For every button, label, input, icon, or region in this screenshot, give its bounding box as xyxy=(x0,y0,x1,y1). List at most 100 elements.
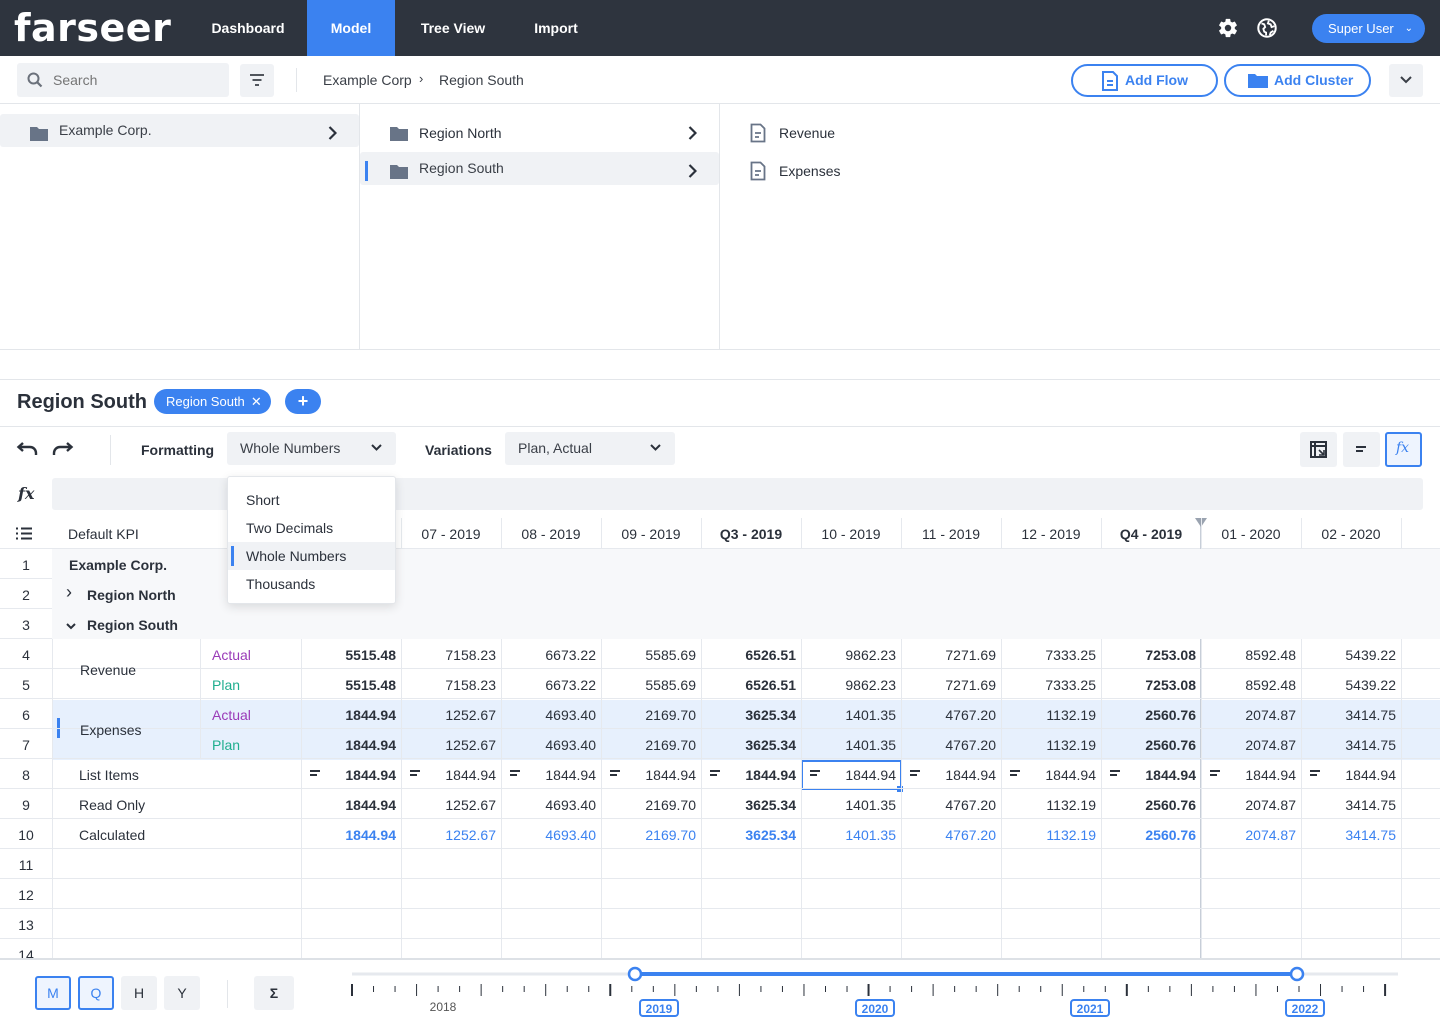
farseer-logo[interactable]: farseer xyxy=(14,9,171,47)
close-icon[interactable]: ✕ xyxy=(251,389,262,414)
data-cell[interactable]: 2560.76 xyxy=(1101,797,1196,813)
option-thousands[interactable]: Thousands xyxy=(228,570,395,598)
data-cell[interactable]: 3414.75 xyxy=(1301,827,1396,843)
data-cell[interactable]: 3414.75 xyxy=(1301,797,1396,813)
data-cell[interactable]: 1132.19 xyxy=(1001,737,1096,753)
data-cell[interactable]: 2074.87 xyxy=(1201,707,1296,723)
data-cell[interactable]: 7158.23 xyxy=(401,647,496,663)
data-cell[interactable]: 3625.34 xyxy=(701,797,796,813)
tree-item-expenses[interactable]: Expenses xyxy=(720,152,1440,190)
list-icon[interactable] xyxy=(1210,770,1220,776)
data-cell[interactable]: 1132.19 xyxy=(1001,797,1096,813)
year-label-2020[interactable]: 2020 xyxy=(855,999,895,1017)
row-label-example-corp[interactable]: Example Corp. xyxy=(69,557,167,573)
data-cell[interactable]: 4693.40 xyxy=(501,797,596,813)
data-cell[interactable]: 1844.94 xyxy=(301,737,396,753)
variation-label-plan[interactable]: Plan xyxy=(212,737,240,753)
data-cell[interactable]: 2169.70 xyxy=(601,737,696,753)
list-icon[interactable] xyxy=(610,770,620,776)
row-label-region-south[interactable]: Region South xyxy=(87,617,178,633)
data-cell[interactable]: 5439.22 xyxy=(1301,647,1396,663)
data-cell[interactable]: 2169.70 xyxy=(601,797,696,813)
column-header[interactable]: Q3 - 2019 xyxy=(701,518,801,548)
pivot-button[interactable] xyxy=(1300,432,1337,467)
data-cell[interactable]: 7253.08 xyxy=(1101,647,1196,663)
column-header[interactable]: Q4 - 2019 xyxy=(1101,518,1201,548)
kpi-header[interactable]: Default KPI xyxy=(68,518,139,548)
year-label-2022[interactable]: 2022 xyxy=(1285,999,1325,1017)
data-cell[interactable]: 2074.87 xyxy=(1201,797,1296,813)
data-cell[interactable]: 5515.48 xyxy=(301,677,396,693)
data-cell[interactable]: 2560.76 xyxy=(1101,737,1196,753)
data-cell[interactable]: 6526.51 xyxy=(701,677,796,693)
tree-item-region-south[interactable]: Region South xyxy=(360,152,719,185)
data-cell[interactable]: 1252.67 xyxy=(401,827,496,843)
data-cell[interactable]: 4767.20 xyxy=(901,797,996,813)
year-label-2019[interactable]: 2019 xyxy=(639,999,679,1017)
list-icon[interactable] xyxy=(810,770,820,776)
data-cell[interactable]: 1844.94 xyxy=(301,827,396,843)
list-icon[interactable] xyxy=(1010,770,1020,776)
list-icon[interactable] xyxy=(910,770,920,776)
row-label-read-only[interactable]: Read Only xyxy=(79,797,145,813)
timeline-slider[interactable] xyxy=(0,960,1440,1026)
option-whole-numbers[interactable]: Whole Numbers xyxy=(228,542,395,570)
list-icon[interactable] xyxy=(1310,770,1320,776)
fill-handle[interactable] xyxy=(897,786,903,792)
data-cell[interactable]: 9862.23 xyxy=(801,677,896,693)
data-cell[interactable]: 7333.25 xyxy=(1001,647,1096,663)
tree-item-region-north[interactable]: Region North xyxy=(360,114,719,152)
tab-model[interactable]: Model xyxy=(307,0,395,56)
row-label-expenses[interactable]: Expenses xyxy=(80,722,141,738)
column-header[interactable]: 12 - 2019 xyxy=(1001,518,1101,548)
data-cell[interactable]: 3625.34 xyxy=(701,707,796,723)
column-header[interactable]: 02 - 2020 xyxy=(1301,518,1401,548)
breadcrumb-example-corp[interactable]: Example Corp xyxy=(323,72,412,88)
data-cell[interactable]: 1844.94 xyxy=(301,707,396,723)
data-cell[interactable]: 6526.51 xyxy=(701,647,796,663)
tree-item-revenue[interactable]: Revenue xyxy=(720,114,1440,152)
variation-label-actual[interactable]: Actual xyxy=(212,707,251,723)
data-cell[interactable]: 6673.22 xyxy=(501,647,596,663)
data-cell[interactable]: 7271.69 xyxy=(901,677,996,693)
option-short[interactable]: Short xyxy=(228,486,395,514)
data-cell[interactable]: 5515.48 xyxy=(301,647,396,663)
row-label-calculated[interactable]: Calculated xyxy=(79,827,145,843)
list-icon[interactable] xyxy=(410,770,420,776)
filter-chip-region-south[interactable]: Region South ✕ xyxy=(154,389,271,414)
undo-icon[interactable] xyxy=(16,442,38,456)
data-cell[interactable]: 3414.75 xyxy=(1301,737,1396,753)
data-cell[interactable]: 5585.69 xyxy=(601,677,696,693)
search-input[interactable] xyxy=(53,63,223,97)
data-cell[interactable]: 6673.22 xyxy=(501,677,596,693)
data-cell[interactable]: 4767.20 xyxy=(901,827,996,843)
column-header[interactable]: 09 - 2019 xyxy=(601,518,701,548)
data-cell[interactable]: 1252.67 xyxy=(401,707,496,723)
column-header[interactable]: 10 - 2019 xyxy=(801,518,901,548)
add-filter-button[interactable]: + xyxy=(285,389,321,414)
tab-import[interactable]: Import xyxy=(515,0,597,56)
user-menu-button[interactable]: Super User ⌄ xyxy=(1312,14,1425,43)
data-cell[interactable]: 9862.23 xyxy=(801,647,896,663)
data-cell[interactable]: 2560.76 xyxy=(1101,707,1196,723)
data-cell[interactable]: 3625.34 xyxy=(701,827,796,843)
data-cell[interactable]: 2074.87 xyxy=(1201,737,1296,753)
row-label-revenue[interactable]: Revenue xyxy=(80,662,136,678)
data-cell[interactable]: 4693.40 xyxy=(501,737,596,753)
timeline-start-handle[interactable] xyxy=(627,966,643,982)
data-cell[interactable]: 1401.35 xyxy=(801,737,896,753)
row-list-icon[interactable] xyxy=(16,527,32,540)
data-cell[interactable]: 4767.20 xyxy=(901,737,996,753)
data-cell[interactable]: 7158.23 xyxy=(401,677,496,693)
chevron-down-icon[interactable] xyxy=(66,617,76,633)
list-items-button[interactable] xyxy=(1343,432,1380,467)
data-cell[interactable]: 7271.69 xyxy=(901,647,996,663)
data-cell[interactable]: 4767.20 xyxy=(901,707,996,723)
list-icon[interactable] xyxy=(310,770,320,776)
variation-label-plan[interactable]: Plan xyxy=(212,677,240,693)
row-label-region-north[interactable]: Region North xyxy=(87,587,176,603)
list-icon[interactable] xyxy=(1110,770,1120,776)
data-cell[interactable]: 5439.22 xyxy=(1301,677,1396,693)
filter-button[interactable] xyxy=(240,64,274,97)
data-cell[interactable]: 1132.19 xyxy=(1001,707,1096,723)
